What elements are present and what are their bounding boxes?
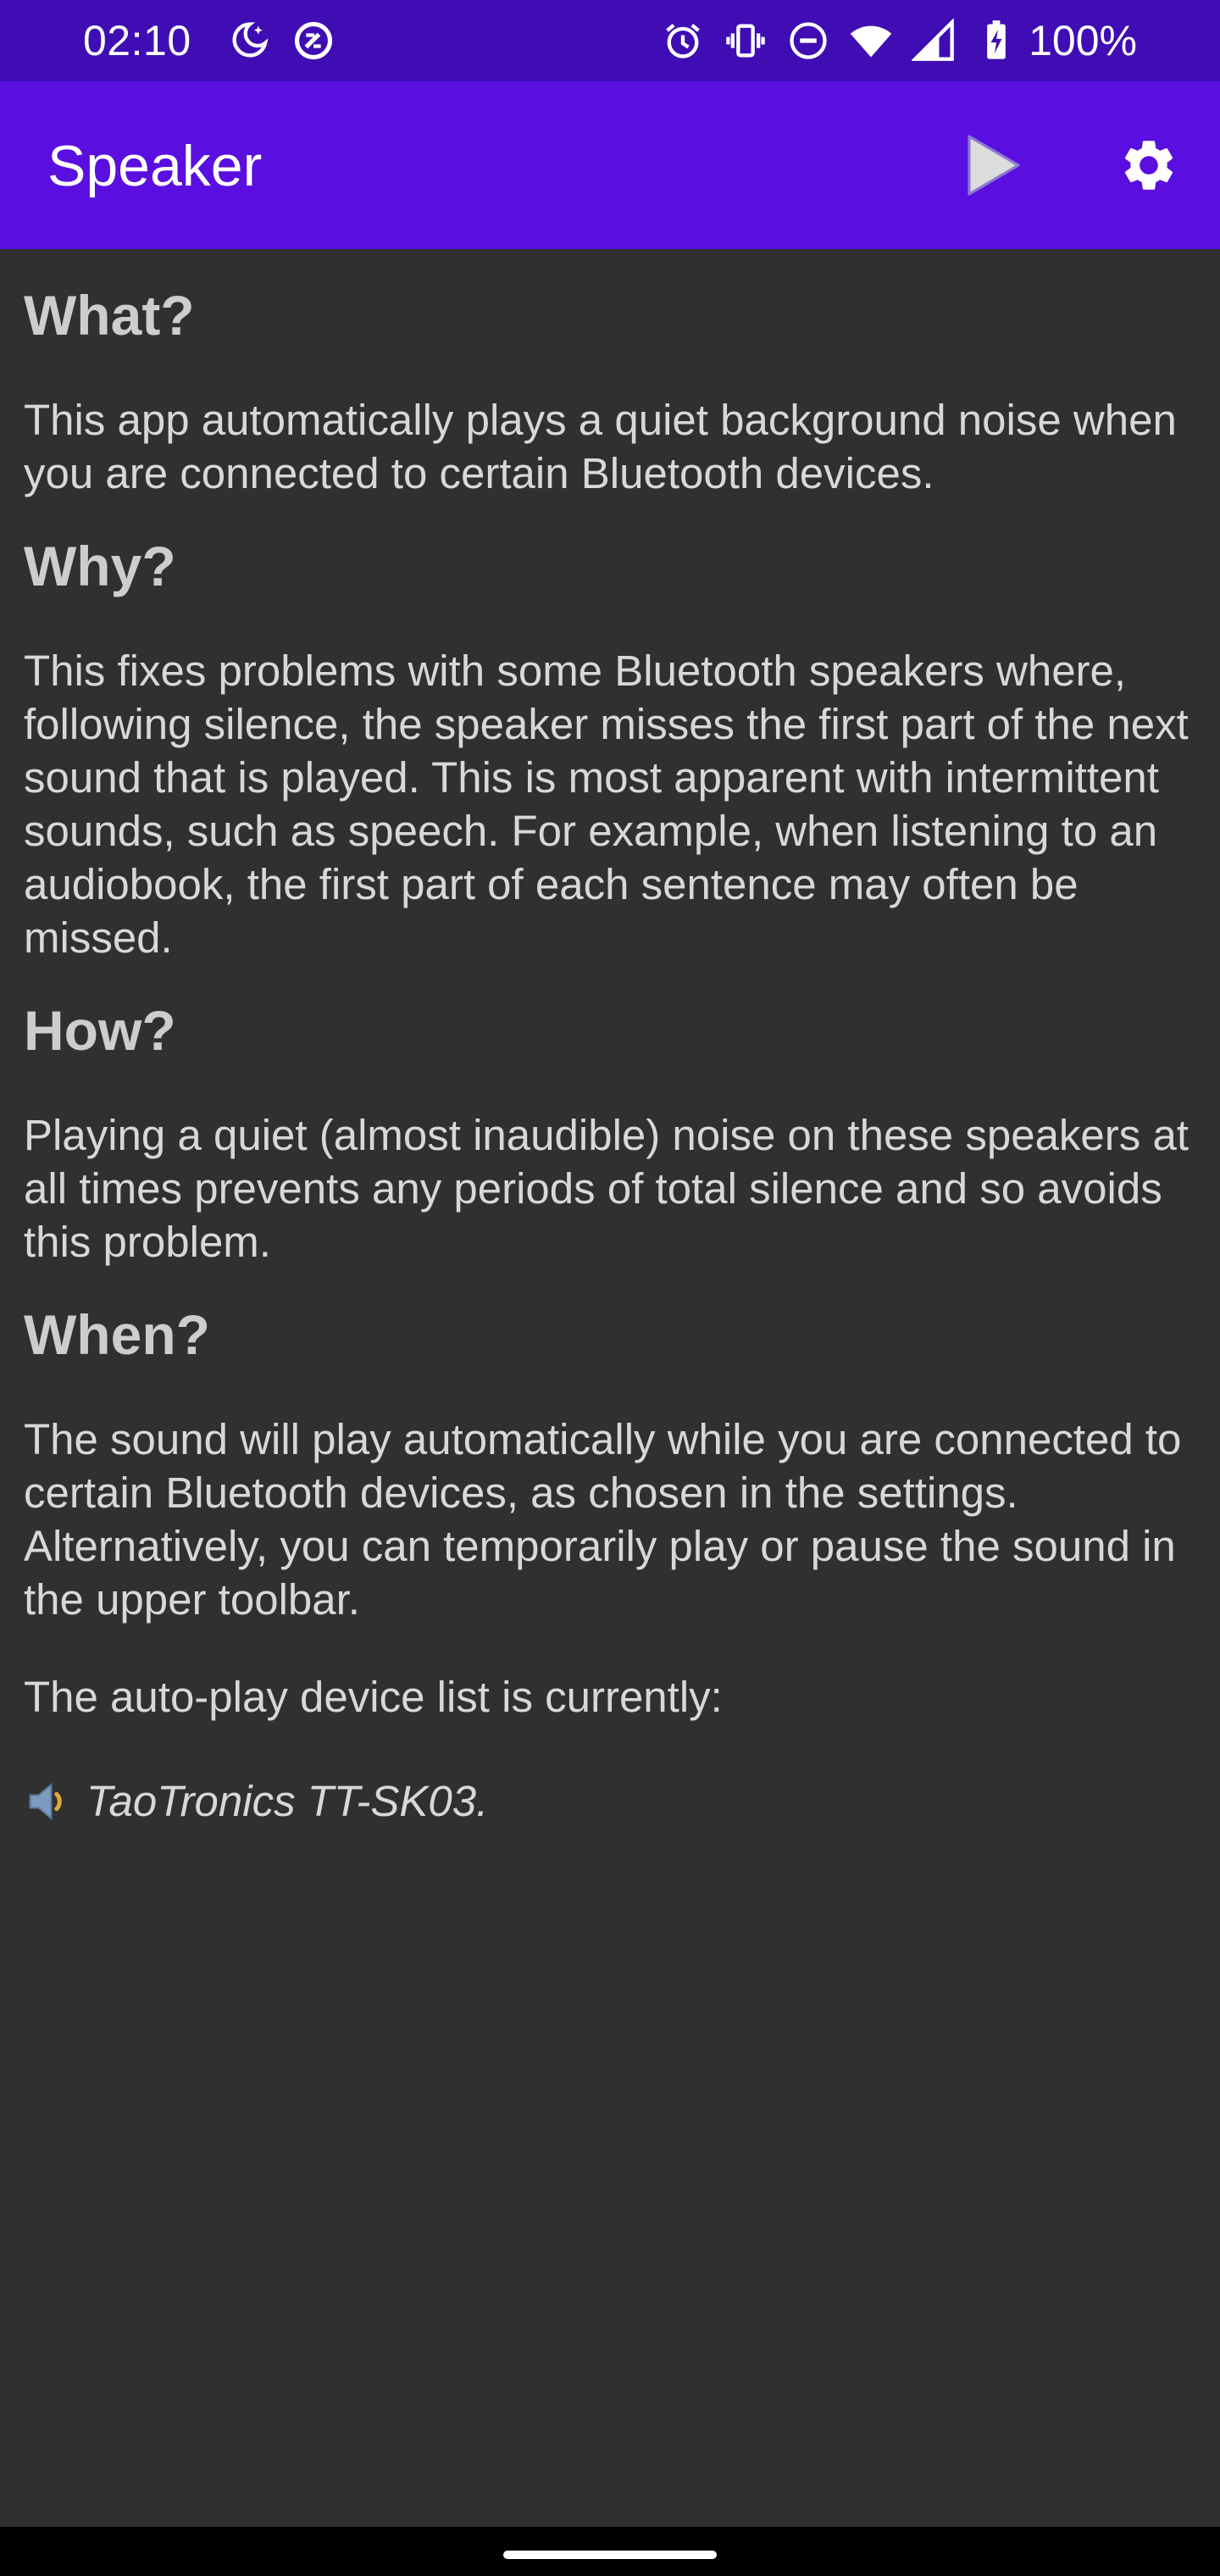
section-heading-why: Why? bbox=[24, 535, 176, 597]
home-gesture-handle[interactable] bbox=[503, 2551, 717, 2559]
section-body-when: The sound will play automatically while … bbox=[24, 1415, 1182, 1624]
section-body-why: This fixes problems with some Bluetooth … bbox=[24, 647, 1189, 962]
section-heading-when: When? bbox=[24, 1303, 210, 1366]
status-left-icons bbox=[227, 19, 336, 63]
page-title: Speaker bbox=[47, 134, 263, 198]
do-not-disturb-icon bbox=[790, 22, 827, 59]
device-list-intro: The auto-play device list is currently: bbox=[24, 1673, 723, 1721]
battery-percent: 100% bbox=[1029, 17, 1137, 64]
section-heading-what: What? bbox=[24, 284, 195, 347]
status-right-icons: 100% bbox=[661, 15, 1137, 66]
wifi-icon bbox=[850, 25, 892, 58]
section-body-how: Playing a quiet (almost inaudible) noise… bbox=[24, 1111, 1189, 1266]
bedtime-moon-icon bbox=[232, 22, 269, 58]
app-bar: Speaker bbox=[0, 81, 1220, 249]
battery-charging-icon bbox=[987, 20, 1006, 59]
data-saver-icon bbox=[294, 21, 333, 60]
status-time: 02:10 bbox=[83, 17, 191, 64]
section-body-what: This app automatically plays a quiet bac… bbox=[24, 396, 1177, 497]
gear-icon bbox=[1124, 141, 1173, 190]
main-content: What? This app automatically plays a qui… bbox=[24, 249, 1201, 1828]
vibrate-icon bbox=[726, 24, 765, 58]
play-icon bbox=[968, 135, 1020, 196]
status-bar: 02:10 100% bbox=[0, 0, 1220, 81]
settings-button[interactable] bbox=[1098, 114, 1200, 216]
cell-signal-icon bbox=[912, 19, 954, 61]
alarm-icon bbox=[666, 23, 700, 58]
navigation-bar bbox=[0, 2527, 1220, 2576]
device-list-item: TaoTronics TT-SK03. bbox=[24, 1774, 1201, 1828]
speaker-icon bbox=[29, 1782, 62, 1820]
section-heading-how: How? bbox=[24, 999, 176, 1062]
device-name: TaoTronics TT-SK03. bbox=[86, 1777, 489, 1825]
play-button[interactable] bbox=[942, 114, 1044, 216]
